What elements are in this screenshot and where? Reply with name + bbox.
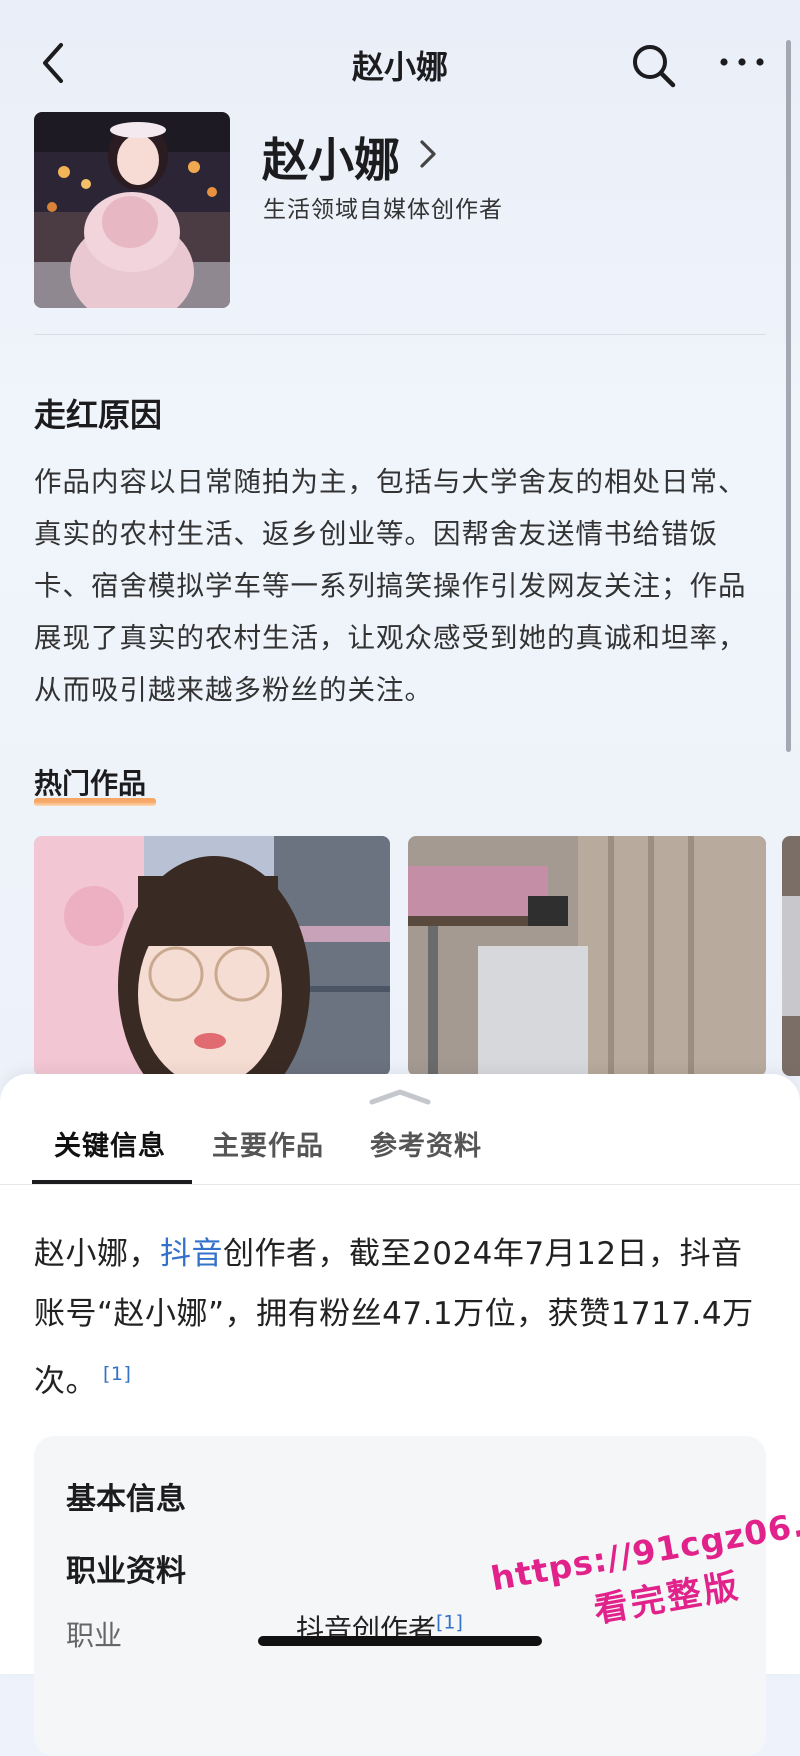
video-thumbnail[interactable] (34, 836, 390, 1076)
scrollbar[interactable] (786, 40, 791, 752)
avatar[interactable] (34, 112, 230, 308)
chevron-right-icon[interactable] (412, 132, 446, 176)
page-title: 赵小娜 (351, 48, 448, 86)
top-nav-bar: 赵小娜 (0, 0, 800, 130)
home-indicator[interactable] (258, 1636, 542, 1646)
douyin-link[interactable]: 抖音 (160, 1236, 223, 1272)
search-icon (633, 45, 676, 88)
more-button[interactable] (712, 40, 772, 92)
hot-works-title[interactable]: 热门作品 (34, 762, 146, 802)
tab-main-works[interactable]: 主要作品 (212, 1124, 324, 1163)
search-button[interactable] (628, 40, 680, 92)
divider (34, 334, 766, 335)
job-label: 职业 (66, 1619, 123, 1652)
career-info-title: 职业资料 (66, 1554, 186, 1589)
video-thumbnail[interactable] (782, 836, 800, 1076)
more-dots-icon (720, 58, 764, 66)
citation-link[interactable]: [1] (103, 1363, 131, 1385)
key-info-part1: 赵小娜， (34, 1236, 160, 1272)
tab-bar: 关键信息 主要作品 参考资料 (0, 1114, 800, 1182)
citation-link[interactable]: [1] (436, 1612, 463, 1634)
avatar-image (34, 112, 230, 308)
hot-works-underline (34, 798, 156, 806)
key-info-text: 赵小娜，抖音创作者，截至2024年7月12日，抖音账号“赵小娜”，拥有粉丝47.… (34, 1224, 774, 1411)
reason-text: 作品内容以日常随拍为主，包括与大学舍友的相处日常、真实的农村生活、返乡创业等。因… (34, 466, 747, 706)
profile-description: 生活领域自媒体创作者 (263, 197, 503, 223)
drag-handle[interactable] (366, 1088, 434, 1106)
section-title-reason: 走红原因 (34, 396, 163, 434)
video-thumbnail[interactable] (408, 836, 766, 1076)
divider (0, 1184, 800, 1185)
tab-key-info[interactable]: 关键信息 (54, 1124, 166, 1163)
tab-references[interactable]: 参考资料 (370, 1124, 482, 1163)
basic-info-title: 基本信息 (66, 1482, 186, 1517)
profile-name[interactable]: 赵小娜 (262, 124, 400, 190)
